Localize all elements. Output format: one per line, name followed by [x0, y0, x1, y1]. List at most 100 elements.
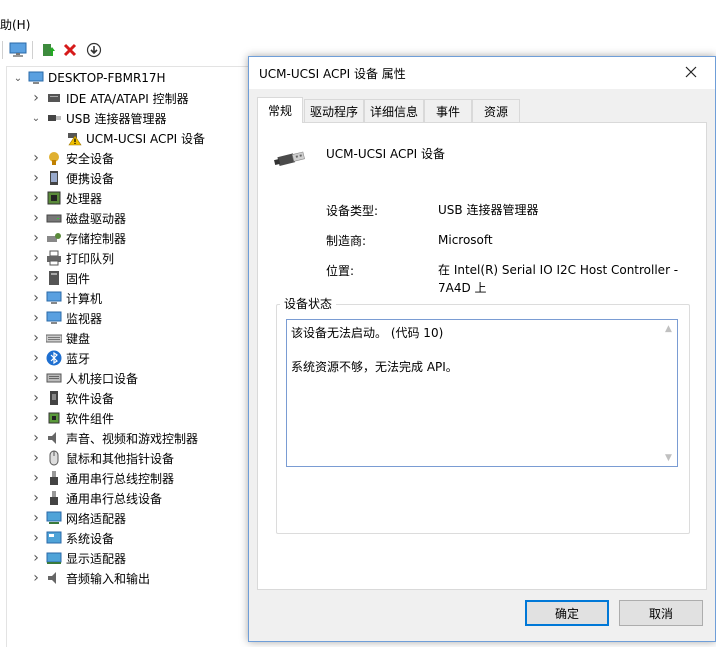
tree-item-label: 声音、视频和游戏控制器: [66, 431, 199, 446]
device-status-textbox[interactable]: 该设备无法启动。 (代码 10) 系统资源不够，无法完成 API。 ▲ ▼: [286, 319, 678, 467]
tree-item-24[interactable]: › 音频输入和输出: [30, 568, 150, 588]
tree-item-19[interactable]: › 通用串行总线控制器: [30, 468, 174, 488]
device-type-label: 设备类型:: [326, 204, 379, 218]
tree-item-label: 处理器: [66, 191, 103, 206]
toolbar-separator: [32, 41, 33, 59]
cancel-button[interactable]: 取消: [619, 600, 703, 626]
chevron-right-icon[interactable]: ›: [30, 268, 42, 288]
tree-item-12[interactable]: › 键盘: [30, 328, 90, 348]
bluetooth-icon: [46, 350, 62, 366]
location-value-line2: 7A4D 上: [438, 281, 487, 295]
chevron-right-icon[interactable]: ›: [30, 508, 42, 528]
tab-events[interactable]: 事件: [424, 99, 472, 122]
tree-item-label: 蓝牙: [66, 351, 91, 366]
device-name: UCM-UCSI ACPI 设备: [326, 147, 445, 161]
tree-item-6[interactable]: › 磁盘驱动器: [30, 208, 126, 228]
chevron-right-icon[interactable]: ›: [30, 428, 42, 448]
tree-item-21[interactable]: › 网络适配器: [30, 508, 126, 528]
tree-item-5[interactable]: › 处理器: [30, 188, 102, 208]
tree-item-label: UCM-UCSI ACPI 设备: [86, 131, 205, 146]
tree-item-1[interactable]: ⌄ USB 连接器管理器: [30, 108, 167, 128]
chevron-right-icon[interactable]: ›: [30, 388, 42, 408]
chevron-right-icon[interactable]: ›: [30, 168, 42, 188]
tree-item-4[interactable]: › 便携设备: [30, 168, 114, 188]
tab-resources[interactable]: 资源: [472, 99, 520, 122]
chevron-right-icon[interactable]: ›: [30, 488, 42, 508]
chevron-right-icon[interactable]: ›: [30, 188, 42, 208]
ok-button[interactable]: 确定: [525, 600, 609, 626]
computer-icon: [46, 290, 62, 306]
scan-hardware-icon[interactable]: [84, 40, 104, 60]
tree-item-label: 音频输入和输出: [66, 571, 151, 586]
chevron-right-icon[interactable]: ›: [30, 308, 42, 328]
tree-item-11[interactable]: › 监视器: [30, 308, 102, 328]
tree-item-22[interactable]: › 系统设备: [30, 528, 114, 548]
status-line-1: 该设备无法启动。 (代码 10): [291, 326, 444, 340]
chevron-right-icon[interactable]: ›: [30, 448, 42, 468]
chevron-right-icon[interactable]: ›: [30, 328, 42, 348]
tree-item-label: 磁盘驱动器: [66, 211, 127, 226]
uninstall-icon[interactable]: [60, 40, 80, 60]
tab-driver[interactable]: 驱动程序: [304, 99, 364, 122]
audio-io-icon: [46, 570, 62, 586]
chevron-right-icon[interactable]: ›: [30, 148, 42, 168]
general-tab-panel: UCM-UCSI ACPI 设备 设备类型: USB 连接器管理器 制造商: M…: [257, 122, 707, 590]
usb-connector-icon: [46, 110, 62, 126]
tree-item-9[interactable]: › 固件: [30, 268, 90, 288]
chevron-right-icon[interactable]: ›: [30, 208, 42, 228]
portable-device-icon: [46, 170, 62, 186]
tree-item-14[interactable]: › 人机接口设备: [30, 368, 138, 388]
dialog-title-bar[interactable]: UCM-UCSI ACPI 设备 属性: [249, 57, 715, 89]
scroll-down-icon[interactable]: ▼: [660, 449, 677, 466]
chevron-right-icon[interactable]: ›: [30, 568, 42, 588]
tree-item-18[interactable]: › 鼠标和其他指针设备: [30, 448, 174, 468]
chevron-right-icon[interactable]: ›: [30, 288, 42, 308]
tree-item-17[interactable]: › 声音、视频和游戏控制器: [30, 428, 198, 448]
tree-item-20[interactable]: › 通用串行总线设备: [30, 488, 162, 508]
chevron-right-icon[interactable]: ›: [30, 228, 42, 248]
tree-item-label: DESKTOP-FBMR17H: [48, 71, 166, 85]
scroll-up-icon[interactable]: ▲: [660, 320, 677, 337]
disk-drive-icon: [46, 210, 62, 226]
processor-icon: [46, 190, 62, 206]
usb-icon: [46, 490, 62, 506]
tree-item-16[interactable]: › 软件组件: [30, 408, 114, 428]
ide-controller-icon: [46, 90, 62, 106]
chevron-right-icon[interactable]: ›: [30, 248, 42, 268]
manufacturer-label: 制造商:: [326, 234, 367, 248]
close-button[interactable]: [669, 57, 713, 87]
tree-item-label: 显示适配器: [66, 551, 127, 566]
tree-item-root[interactable]: ⌄ DESKTOP-FBMR17H: [12, 68, 166, 88]
tree-item-7[interactable]: › 存储控制器: [30, 228, 126, 248]
tree-item-0[interactable]: › IDE ATA/ATAPI 控制器: [30, 88, 189, 108]
monitor-icon[interactable]: [8, 40, 28, 60]
tree-item-child-2[interactable]: UCM-UCSI ACPI 设备: [50, 128, 205, 148]
tree-item-3[interactable]: › 安全设备: [30, 148, 114, 168]
status-scrollbar[interactable]: ▲ ▼: [660, 320, 677, 466]
chevron-right-icon[interactable]: ›: [30, 368, 42, 388]
tree-item-label: IDE ATA/ATAPI 控制器: [66, 91, 189, 106]
chevron-down-icon[interactable]: ⌄: [12, 68, 24, 88]
storage-controller-icon: [46, 230, 62, 246]
tree-item-15[interactable]: › 软件设备: [30, 388, 114, 408]
tab-general[interactable]: 常规: [257, 97, 303, 123]
properties-dialog: UCM-UCSI ACPI 设备 属性 常规 驱动程序 详细信息 事件 资源 U…: [248, 56, 716, 642]
print-queue-icon: [46, 250, 62, 266]
usb-icon: [46, 470, 62, 486]
tree-item-13[interactable]: › 蓝牙: [30, 348, 90, 368]
update-driver-icon[interactable]: [38, 40, 58, 60]
chevron-right-icon[interactable]: ›: [30, 88, 42, 108]
tree-item-label: 人机接口设备: [66, 371, 139, 386]
chevron-down-icon[interactable]: ⌄: [30, 108, 42, 128]
chevron-right-icon[interactable]: ›: [30, 528, 42, 548]
firmware-icon: [46, 270, 62, 286]
tree-item-23[interactable]: › 显示适配器: [30, 548, 126, 568]
chevron-right-icon[interactable]: ›: [30, 408, 42, 428]
chevron-right-icon[interactable]: ›: [30, 548, 42, 568]
tree-item-10[interactable]: › 计算机: [30, 288, 102, 308]
chevron-right-icon[interactable]: ›: [30, 348, 42, 368]
tree-item-8[interactable]: › 打印队列: [30, 248, 114, 268]
tab-details[interactable]: 详细信息: [364, 99, 424, 122]
menu-help[interactable]: 助(H): [0, 16, 30, 33]
chevron-right-icon[interactable]: ›: [30, 468, 42, 488]
